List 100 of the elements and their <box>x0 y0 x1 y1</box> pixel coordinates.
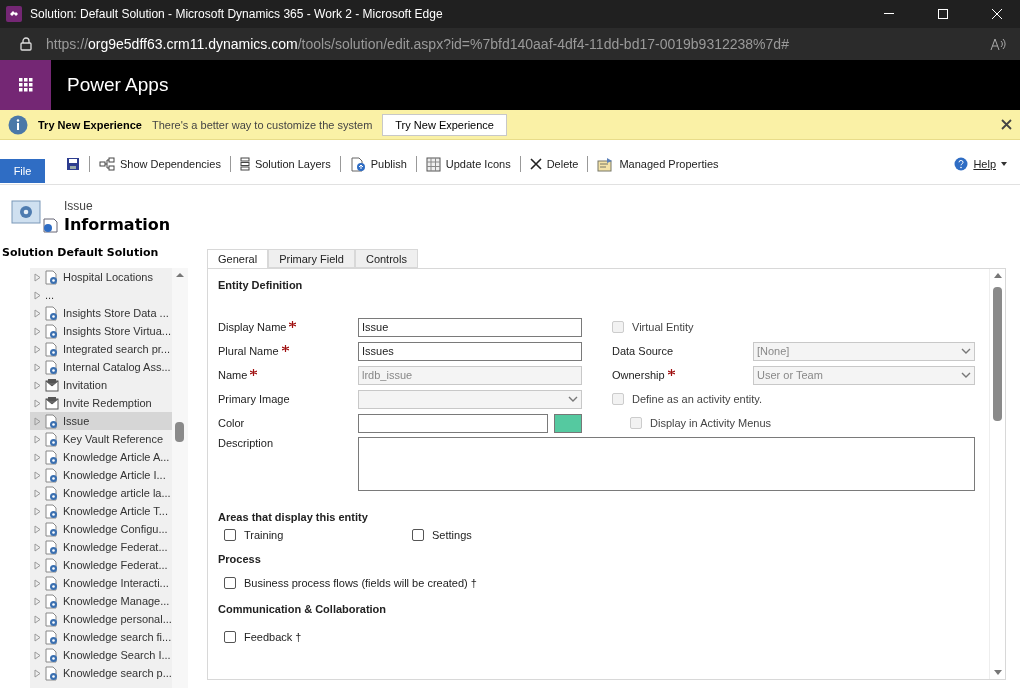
tree-item[interactable]: Knowledge personal... <box>30 610 172 628</box>
entity-icon <box>45 647 59 663</box>
required-icon <box>667 369 675 376</box>
entity-icon <box>45 611 59 627</box>
checkbox-label: Define as an activity entity. <box>632 393 763 405</box>
tree-item[interactable]: Knowledge Configu... <box>30 520 172 538</box>
layers-icon <box>239 157 250 171</box>
grid-icon <box>425 156 441 172</box>
tree-item[interactable]: Knowledge search fi... <box>30 628 172 646</box>
entity-icon <box>45 467 59 483</box>
scroll-down-icon[interactable] <box>992 670 1003 676</box>
tree-item[interactable]: Knowledge Article T... <box>30 502 172 520</box>
scroll-up-icon[interactable] <box>992 272 1003 278</box>
checkbox[interactable] <box>412 529 424 541</box>
field-label: Color <box>218 417 246 429</box>
tab[interactable]: Primary Field <box>268 249 355 268</box>
entity-icon <box>45 305 59 321</box>
tree-item[interactable]: Insights Store Virtua... <box>30 322 172 340</box>
maximize-icon <box>938 9 948 19</box>
caret-icon <box>1001 162 1007 166</box>
section-heading: Communication & Collaboration <box>218 603 388 615</box>
tree-item[interactable]: Knowledge Manage... <box>30 592 172 610</box>
toolbar-button[interactable]: Publish <box>340 156 416 172</box>
field-label: Display Name <box>218 321 358 333</box>
lock-icon <box>20 37 32 51</box>
properties-icon <box>597 156 615 172</box>
tree-item[interactable]: Knowledge Interacti... <box>30 574 172 592</box>
color-field[interactable] <box>358 413 548 433</box>
toolbar-button[interactable]: Show Dependencies <box>90 157 230 171</box>
tree-item[interactable]: Invite Redemption <box>30 394 172 412</box>
tree-item[interactable]: Knowledge Search I... <box>30 646 172 664</box>
required-icon <box>289 321 297 328</box>
info-icon <box>8 114 28 135</box>
required-icon <box>250 369 258 376</box>
notification-message: There's a better way to customize the system <box>151 118 373 131</box>
field-label: Plural Name <box>218 345 358 357</box>
app-launcher-button[interactable] <box>0 60 51 110</box>
chevron-down-icon <box>961 372 971 378</box>
checkbox-label: Business process flows (fields will be created) † <box>244 577 477 589</box>
text-field[interactable]: Issue <box>358 317 582 337</box>
toolbar-button[interactable]: Update Icons <box>416 156 520 172</box>
grid-icon <box>18 78 33 92</box>
entity-name: Issue <box>64 199 94 213</box>
notification-title: Try New Experience <box>38 118 142 131</box>
tree-item[interactable]: Insights Store Data ... <box>30 304 172 322</box>
required-icon <box>281 345 289 352</box>
scrollbar[interactable] <box>172 268 188 688</box>
toolbar-button[interactable]: Managed Properties <box>588 156 728 172</box>
close-icon <box>992 9 1002 19</box>
tab[interactable]: General <box>207 249 269 268</box>
entity-icon <box>45 557 59 573</box>
window-title: Solution: Default Solution - Microsoft Dynamics 365 - Work 2 - Microsoft Edge <box>30 7 444 21</box>
tab[interactable]: Controls <box>354 249 418 268</box>
tree-item[interactable]: Knowledge Article I... <box>30 466 172 484</box>
toolbar-button[interactable]: Solution Layers <box>230 157 340 171</box>
tree-item[interactable]: Knowledge Federat... <box>30 556 172 574</box>
text-field[interactable]: Issues <box>358 341 582 361</box>
field-label: Data Source <box>612 345 675 357</box>
section-heading: Entity Definition <box>218 279 304 291</box>
tree-item[interactable]: Knowledge search p... <box>30 664 172 682</box>
description-field[interactable] <box>358 437 975 491</box>
scrollbar[interactable] <box>989 269 1005 679</box>
entity-icon <box>45 485 59 501</box>
tree-item[interactable]: Key Vault Reference <box>30 430 172 448</box>
scroll-up-icon[interactable] <box>176 273 184 277</box>
entity-icon <box>45 449 59 465</box>
tree-item[interactable]: Knowledge article la... <box>30 484 172 502</box>
section-title: Information <box>64 215 171 234</box>
scroll-thumb[interactable] <box>175 422 184 442</box>
tree-item[interactable]: Internal Catalog Ass... <box>30 358 172 376</box>
tree-item[interactable]: ... <box>30 286 172 304</box>
entity-icon <box>45 593 59 609</box>
color-swatch[interactable] <box>554 413 582 433</box>
entity-icon <box>45 629 59 645</box>
tree-item[interactable]: Hospital Locations <box>30 268 172 286</box>
entity-icon <box>45 359 59 375</box>
envelope-icon <box>45 378 59 392</box>
toolbar-button[interactable]: Delete <box>520 158 588 170</box>
checkbox[interactable] <box>224 529 236 541</box>
entity-icon <box>45 269 59 285</box>
tree-item[interactable]: Invitation <box>30 376 172 394</box>
chevron-down-icon <box>568 396 578 402</box>
checkbox[interactable] <box>224 577 236 589</box>
tree-item[interactable]: Knowledge Federat... <box>30 538 172 556</box>
read-aloud-icon[interactable] <box>990 37 1006 51</box>
help-button[interactable]: Help <box>945 157 1016 171</box>
chevron-down-icon <box>961 348 971 354</box>
minimize-icon <box>884 13 894 15</box>
entity-icon <box>45 539 59 555</box>
app-icon <box>6 6 22 22</box>
try-new-experience-button[interactable]: Try New Experience <box>382 113 507 136</box>
tree-item[interactable]: Knowledge Article A... <box>30 448 172 466</box>
tree-item[interactable]: Issue <box>30 412 172 430</box>
close-icon[interactable] <box>1001 119 1012 130</box>
app-title: Power Apps <box>67 74 169 96</box>
file-button[interactable]: File <box>0 159 45 183</box>
tree-item[interactable]: Integrated search pr... <box>30 340 172 358</box>
checkbox-label: Training <box>244 529 284 541</box>
scroll-thumb[interactable] <box>993 287 1002 421</box>
checkbox[interactable] <box>224 631 236 643</box>
